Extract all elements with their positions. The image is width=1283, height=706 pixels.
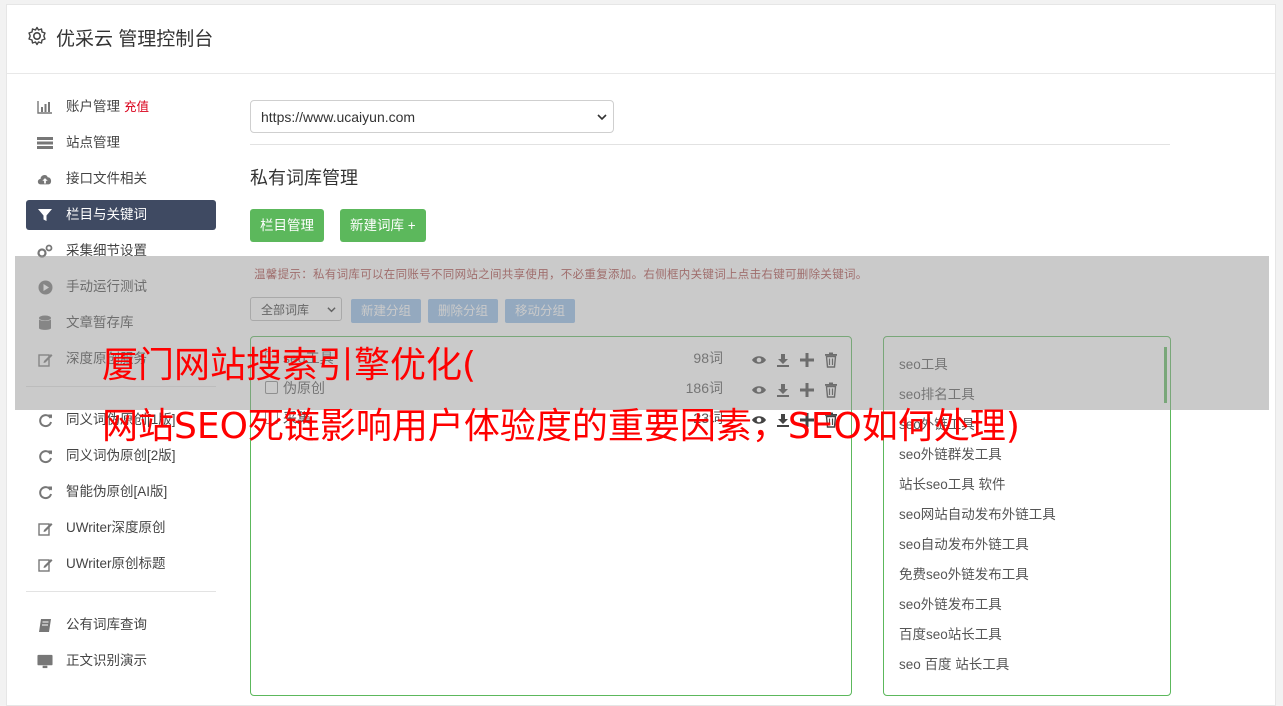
new-library-button[interactable]: 新建词库 + bbox=[340, 209, 426, 242]
sidebar-item-account[interactable]: 账户管理 充值 bbox=[26, 92, 216, 122]
sidebar-item-uwriter-title[interactable]: UWriter原创标题 bbox=[26, 549, 216, 579]
page-header: 优采云 管理控制台 bbox=[7, 5, 1275, 74]
keyword-item[interactable]: 百度seo站长工具 bbox=[899, 623, 1002, 643]
recharge-link[interactable]: 充值 bbox=[124, 100, 149, 114]
refresh-icon bbox=[37, 448, 53, 464]
site-select-value: https://www.ucaiyun.com bbox=[261, 109, 416, 125]
sidebar-item-sites[interactable]: 站点管理 bbox=[26, 128, 216, 158]
sidebar-item-label: UWriter深度原创 bbox=[66, 520, 166, 535]
sidebar-item-public-lexicon[interactable]: 公有词库查询 bbox=[26, 610, 216, 640]
page-title: 私有词库管理 bbox=[250, 168, 358, 188]
keyword-item[interactable]: 免费seo外链发布工具 bbox=[899, 563, 1029, 583]
keyword-item[interactable]: seo自动发布外链工具 bbox=[899, 533, 1029, 553]
sidebar-item-label: 智能伪原创[AI版] bbox=[66, 484, 168, 499]
sidebar-item-label: 接口文件相关 bbox=[66, 171, 147, 186]
sidebar-divider bbox=[26, 591, 216, 592]
book-icon bbox=[37, 617, 53, 633]
keyword-item[interactable]: 站长seo工具 软件 bbox=[899, 473, 1006, 493]
bar-chart-icon bbox=[37, 99, 53, 115]
sidebar-item-label: UWriter原创标题 bbox=[66, 556, 166, 571]
sidebar-item-text-recognition[interactable]: 正文识别演示 bbox=[26, 646, 216, 676]
edit-icon bbox=[37, 520, 53, 536]
category-manage-button[interactable]: 栏目管理 bbox=[250, 209, 324, 242]
chevron-down-icon bbox=[597, 114, 607, 121]
list-icon bbox=[37, 135, 53, 151]
sidebar-item-label: 栏目与关键词 bbox=[66, 207, 147, 222]
refresh-icon bbox=[37, 484, 53, 500]
divider bbox=[250, 144, 1170, 145]
keyword-item[interactable]: seo网站自动发布外链工具 bbox=[899, 503, 1056, 523]
sidebar-item-ai-rewrite[interactable]: 智能伪原创[AI版] bbox=[26, 477, 216, 507]
headline-line-2: 网站SEO死链影响用户体验度的重要因素，SEO如何处理) bbox=[102, 406, 1020, 447]
sidebar-item-uwriter-deep[interactable]: UWriter深度原创 bbox=[26, 513, 216, 543]
sidebar-item-label: 正文识别演示 bbox=[66, 653, 147, 668]
refresh-icon bbox=[37, 412, 53, 428]
headline-line-1: 厦门网站搜索引擎优化( bbox=[102, 345, 477, 386]
sidebar-item-label: 公有词库查询 bbox=[66, 617, 147, 632]
sidebar-item-columns-keywords[interactable]: 栏目与关键词 bbox=[26, 200, 216, 230]
gear-icon bbox=[28, 26, 46, 46]
edit-icon bbox=[37, 556, 53, 572]
filter-icon bbox=[37, 207, 53, 223]
keyword-item[interactable]: seo外链发布工具 bbox=[899, 593, 1002, 613]
app-title: 优采云 管理控制台 bbox=[56, 29, 214, 50]
sidebar-item-label: 账户管理 bbox=[66, 99, 120, 114]
sidebar-item-label: 站点管理 bbox=[66, 135, 120, 150]
keyword-item[interactable]: seo 百度 站长工具 bbox=[899, 653, 1009, 673]
sidebar-item-interface[interactable]: 接口文件相关 bbox=[26, 164, 216, 194]
site-select[interactable]: https://www.ucaiyun.com bbox=[250, 100, 614, 133]
cloud-upload-icon bbox=[37, 171, 53, 187]
